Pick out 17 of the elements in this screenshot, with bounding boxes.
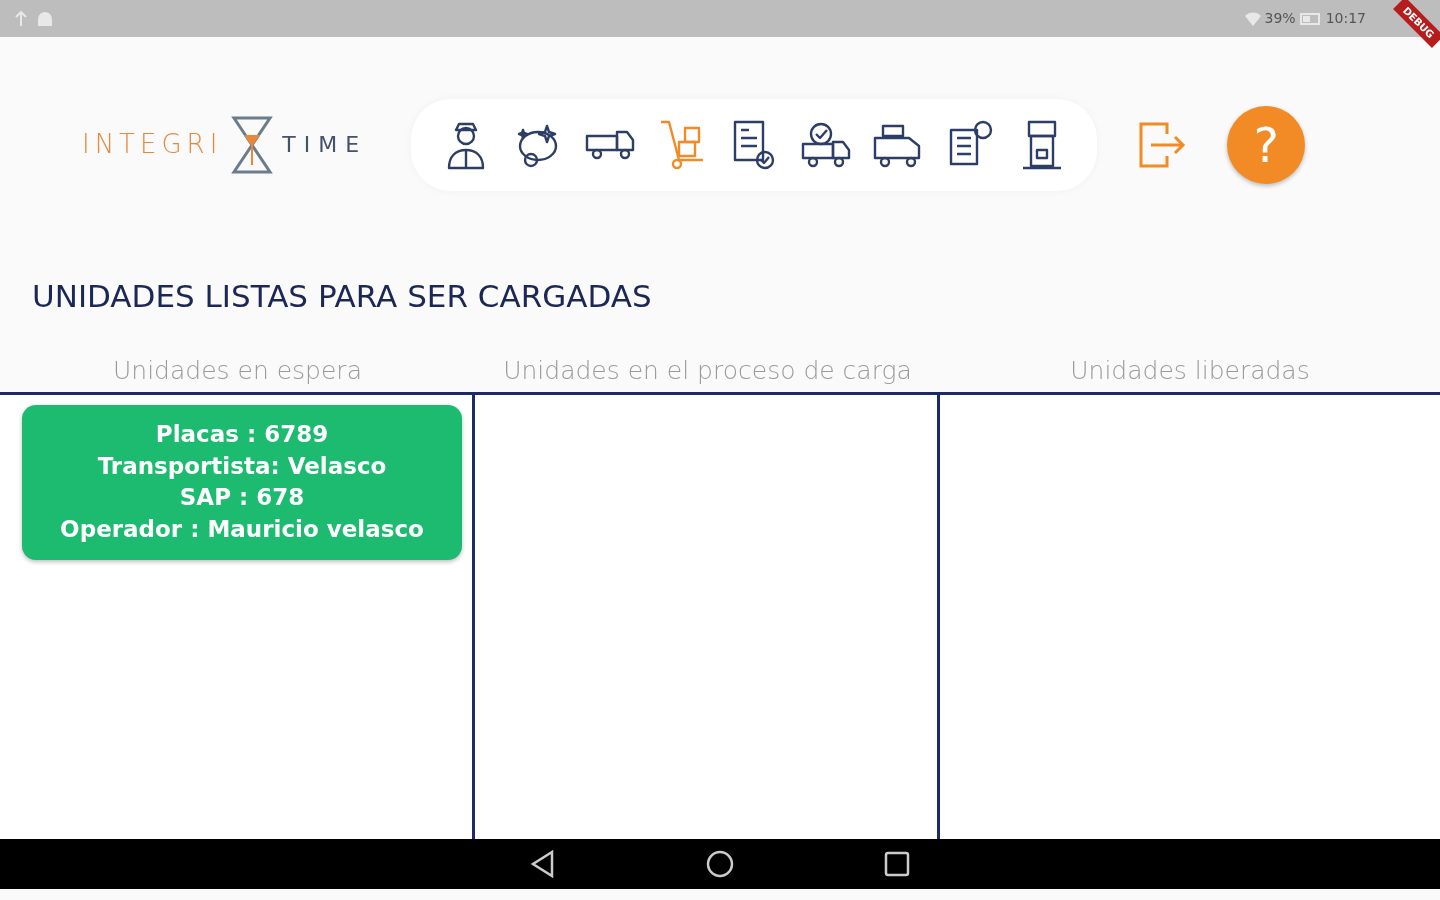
clock-time: 10:17 (1325, 9, 1366, 28)
logo-text: TIME (282, 131, 368, 159)
wifi-icon (1244, 11, 1261, 26)
home-icon[interactable] (706, 850, 734, 878)
column-header: Unidades en el proceso de carga (503, 355, 912, 387)
logo-text: INTEGRI (82, 128, 223, 161)
battery-percentage: 39% (1264, 9, 1296, 28)
battery-icon (1299, 12, 1322, 25)
notification-icon (14, 10, 28, 27)
back-icon[interactable] (530, 850, 556, 878)
hourglass-icon (230, 115, 275, 174)
unit-card[interactable]: Placas : 6789 Transportista: Velasco SAP : 678 Operador : Mauricio velasco (22, 405, 462, 560)
help-button[interactable]: ? (1227, 105, 1306, 184)
column-header: Unidades en espera (113, 355, 362, 387)
page-title: UNIDADES LISTAS PARA SER CARGADAS (32, 277, 653, 317)
recents-icon[interactable] (884, 851, 910, 877)
column-header: Unidades liberadas (1070, 355, 1310, 387)
